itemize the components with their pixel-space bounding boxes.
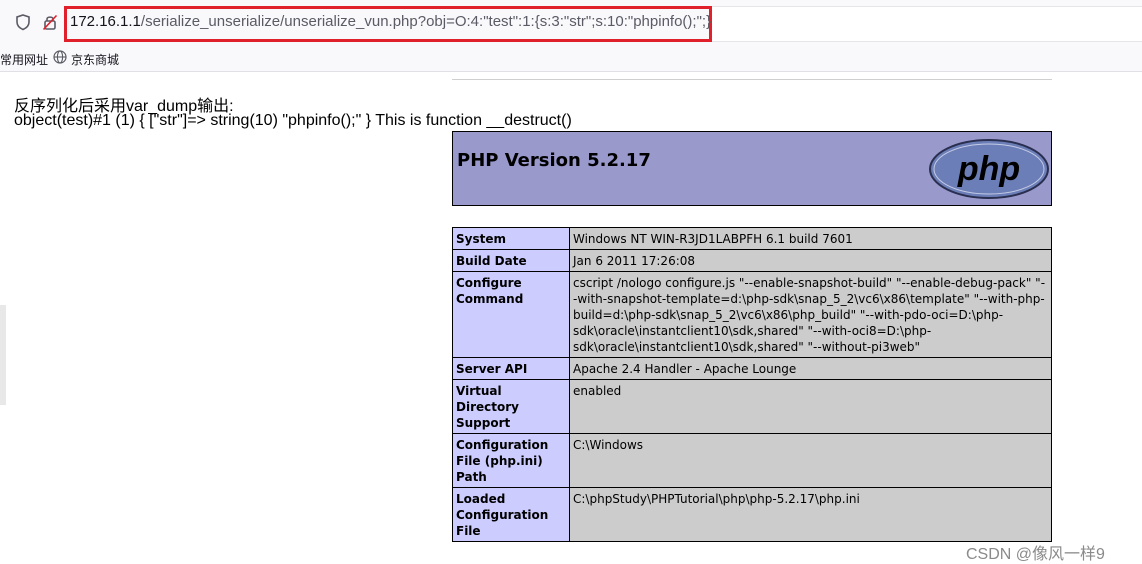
table-row: Configure Command cscript /nologo configu…	[452, 271, 1052, 358]
table-row: System Windows NT WIN-R3JD1LABPFH 6.1 bui…	[452, 227, 1052, 250]
phpinfo-header: PHP Version 5.2.17 php	[452, 131, 1052, 206]
table-row: Virtual Directory Support enabled	[452, 379, 1052, 434]
table-row: Loaded Configuration File C:\phpStudy\PHP…	[452, 487, 1052, 542]
row-key: Configure Command	[452, 271, 570, 358]
row-value: C:\phpStudy\PHPTutorial\php\php-5.2.17\p…	[569, 487, 1052, 542]
row-key: Virtual Directory Support	[452, 379, 570, 434]
globe-icon	[53, 50, 67, 64]
url-bar[interactable]: 172.16.1.1/serialize_unserialize/unseria…	[0, 0, 1142, 44]
table-row: Configuration File (php.ini) Path C:\Wind…	[452, 433, 1052, 488]
row-value: Windows NT WIN-R3JD1LABPFH 6.1 build 760…	[569, 227, 1052, 250]
bookmarks-toolbar: 常用网址 京东商城	[0, 44, 1142, 72]
svg-text:php: php	[957, 150, 1020, 188]
row-value: Jan 6 2011 17:26:08	[569, 249, 1052, 272]
table-row: Build Date Jan 6 2011 17:26:08	[452, 249, 1052, 272]
row-key: System	[452, 227, 570, 250]
row-key: Server API	[452, 357, 570, 380]
row-value: enabled	[569, 379, 1052, 434]
php-logo[interactable]: php	[928, 138, 1050, 200]
row-value: C:\Windows	[569, 433, 1052, 488]
row-value: Apache 2.4 Handler - Apache Lounge	[569, 357, 1052, 380]
phpinfo-table: System Windows NT WIN-R3JD1LABPFH 6.1 bui…	[452, 227, 1052, 542]
page-content: 反序列化后采用var_dump输出: object(test)#1 (1) { …	[0, 72, 1142, 563]
bookmark-common-sites[interactable]: 常用网址	[0, 51, 48, 68]
row-key: Configuration File (php.ini) Path	[452, 433, 570, 488]
var-dump-output: object(test)#1 (1) { ["str"]=> string(10…	[14, 112, 572, 129]
divider	[452, 79, 1052, 80]
row-key: Loaded Configuration File	[452, 487, 570, 542]
lock-icon[interactable]	[41, 13, 59, 31]
url-text[interactable]: 172.16.1.1/serialize_unserialize/unseria…	[70, 13, 711, 31]
scroll-edge	[0, 305, 6, 405]
bookmark-jd-mall[interactable]: 京东商城	[71, 51, 119, 68]
row-value: cscript /nologo configure.js "--enable-s…	[569, 271, 1052, 358]
url-host: 172.16.1.1	[70, 13, 141, 30]
csdn-watermark: CSDN @像风一样9	[966, 546, 1105, 563]
shield-icon[interactable]	[14, 13, 32, 31]
row-key: Build Date	[452, 249, 570, 272]
table-row: Server API Apache 2.4 Handler - Apache Lo…	[452, 357, 1052, 380]
url-bar-field[interactable]	[712, 6, 1142, 42]
php-version-title: PHP Version 5.2.17	[457, 150, 651, 171]
url-path: /serialize_unserialize/unserialize_vun.p…	[140, 13, 712, 30]
